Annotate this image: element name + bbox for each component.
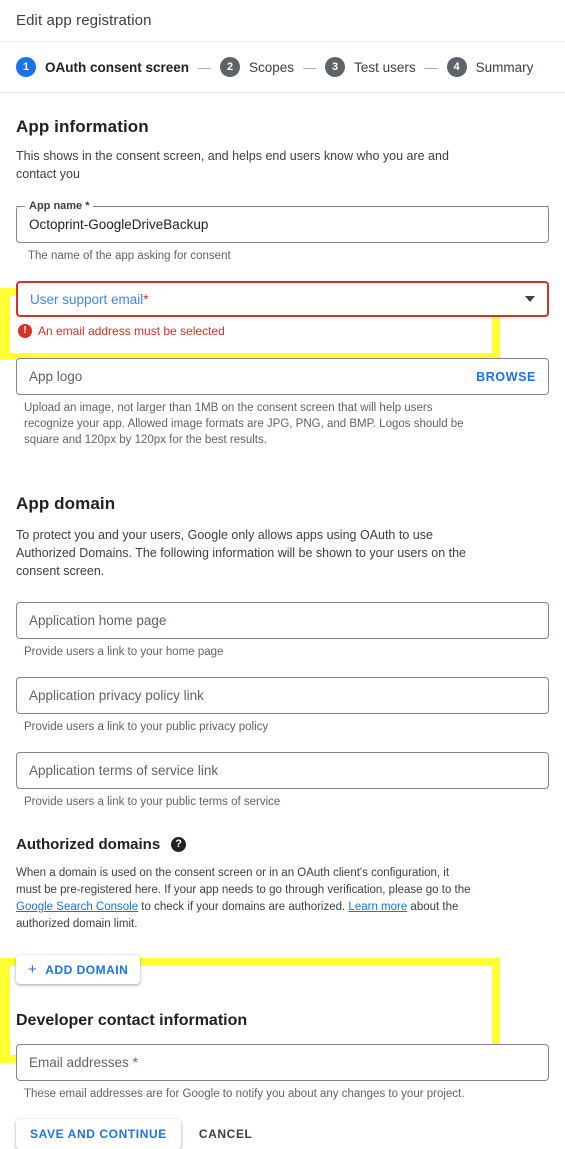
plus-icon: + xyxy=(28,961,38,978)
step-number-badge: 2 xyxy=(220,57,241,77)
step-number-badge: 4 xyxy=(446,57,467,77)
app-name-label: App name * xyxy=(26,200,93,212)
help-circle-icon[interactable]: ? xyxy=(171,837,187,852)
authorized-domains-description: When a domain is used on the consent scr… xyxy=(16,865,476,933)
app-name-help: The name of the app asking for consent xyxy=(28,250,231,262)
step-test-users[interactable]: 3 Test users xyxy=(325,57,416,77)
app-domain-description: To protect you and your users, Google on… xyxy=(16,528,466,578)
user-support-email-label-text: User support email xyxy=(30,291,144,307)
user-support-email-select[interactable]: User support email* xyxy=(16,281,549,317)
email-addresses-placeholder-text: Email addresses xyxy=(29,1055,129,1070)
step-number-badge: 1 xyxy=(16,57,36,77)
browse-button[interactable]: BROWSE xyxy=(476,370,536,384)
wizard-stepper: 1 OAuth consent screen — 2 Scopes — 3 Te… xyxy=(0,42,565,93)
google-search-console-link[interactable]: Google Search Console xyxy=(16,901,138,913)
user-support-email-error: ! An email address must be selected xyxy=(18,324,549,338)
learn-more-link[interactable]: Learn more xyxy=(348,901,407,913)
step-oauth-consent-screen[interactable]: 1 OAuth consent screen xyxy=(16,57,189,77)
step-label: Test users xyxy=(354,59,416,75)
step-label: Summary xyxy=(475,59,534,75)
ad-desc-part1: When a domain is used on the consent scr… xyxy=(16,867,471,896)
ad-desc-part2: to check if your domains are authorized. xyxy=(138,901,349,913)
add-domain-button[interactable]: + ADD DOMAIN xyxy=(16,955,141,984)
application-privacy-policy-input[interactable]: Application privacy policy link xyxy=(16,677,549,714)
page-title: Edit app registration xyxy=(16,12,152,29)
step-number-badge: 3 xyxy=(325,57,346,77)
application-home-page-help: Provide users a link to your home page xyxy=(24,646,224,658)
app-information-description: This shows in the consent screen, and he… xyxy=(16,149,449,181)
footer-actions: SAVE AND CONTINUE CANCEL xyxy=(0,1119,565,1149)
main-content: App information This shows in the consen… xyxy=(0,117,565,1102)
developer-contact-title: Developer contact information xyxy=(16,1012,248,1029)
app-logo-input[interactable]: App logo BROWSE xyxy=(16,358,549,395)
app-name-input[interactable]: App name * Octoprint-GoogleDriveBackup xyxy=(16,200,549,243)
email-addresses-input[interactable]: Email addresses * xyxy=(16,1044,549,1081)
step-separator: — xyxy=(303,59,317,75)
app-name-value: Octoprint-GoogleDriveBackup xyxy=(29,217,209,232)
save-and-continue-button[interactable]: SAVE AND CONTINUE xyxy=(16,1119,181,1149)
application-terms-of-service-placeholder: Application terms of service link xyxy=(29,763,219,778)
step-separator: — xyxy=(424,59,438,75)
error-exclamation-icon: ! xyxy=(18,324,32,338)
app-logo-help: Upload an image, not larger than 1MB on … xyxy=(24,402,464,446)
authorized-domains-title: Authorized domains xyxy=(16,836,161,853)
app-logo-placeholder: App logo xyxy=(29,369,83,384)
cancel-button[interactable]: CANCEL xyxy=(195,1127,257,1141)
error-text: An email address must be selected xyxy=(38,324,225,338)
chevron-down-icon[interactable] xyxy=(525,296,535,302)
email-addresses-help: These email addresses are for Google to … xyxy=(24,1088,465,1100)
app-information-title: App information xyxy=(16,117,149,136)
authorized-domains-header: Authorized domains ? xyxy=(16,836,549,853)
step-separator: — xyxy=(198,59,212,75)
application-terms-of-service-help: Provide users a link to your public term… xyxy=(24,796,281,808)
application-privacy-policy-placeholder: Application privacy policy link xyxy=(29,688,204,703)
application-home-page-placeholder: Application home page xyxy=(29,613,167,628)
application-privacy-policy-help: Provide users a link to your public priv… xyxy=(24,721,269,733)
application-home-page-input[interactable]: Application home page xyxy=(16,602,549,639)
email-addresses-placeholder: Email addresses * xyxy=(29,1055,138,1070)
required-asterisk: * xyxy=(132,1055,138,1070)
application-terms-of-service-input[interactable]: Application terms of service link xyxy=(16,752,549,789)
step-label: OAuth consent screen xyxy=(45,59,190,75)
user-support-email-label: User support email* xyxy=(30,292,149,307)
step-scopes[interactable]: 2 Scopes xyxy=(220,57,294,77)
page-header: Edit app registration xyxy=(0,0,565,42)
add-domain-label: ADD DOMAIN xyxy=(45,962,129,977)
app-domain-title: App domain xyxy=(16,494,116,513)
step-label: Scopes xyxy=(249,59,295,75)
step-summary[interactable]: 4 Summary xyxy=(446,57,534,77)
required-asterisk: * xyxy=(143,291,149,307)
